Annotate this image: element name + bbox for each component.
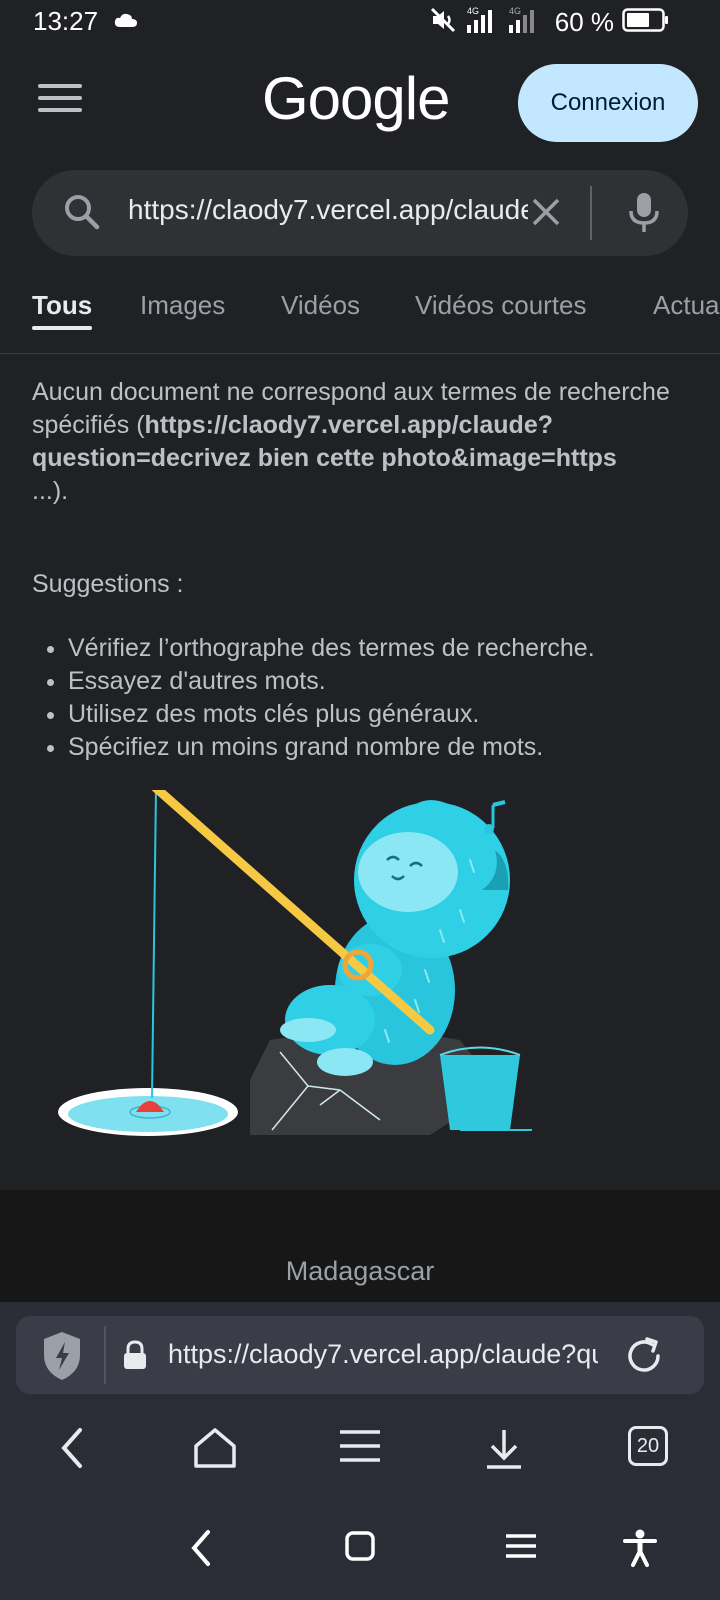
no-results-message: Aucun document ne correspond aux termes …: [32, 376, 692, 508]
shield-icon[interactable]: [40, 1330, 84, 1387]
menu-lines-icon[interactable]: [338, 1426, 382, 1471]
battery-text: 60 %: [554, 7, 614, 37]
status-indicators: 4G 4G 60 %: [429, 5, 670, 40]
microphone-icon[interactable]: [622, 190, 666, 241]
reload-icon[interactable]: [622, 1334, 666, 1383]
network-label-1: 4G: [467, 6, 479, 16]
google-logo[interactable]: Google: [262, 64, 450, 133]
search-bar[interactable]: https://claody7.vercel.app/claude?questi…: [32, 170, 688, 256]
search-input[interactable]: https://claody7.vercel.app/claude?questi…: [128, 194, 528, 226]
active-tab-indicator: [32, 326, 92, 330]
url-text[interactable]: https://claody7.vercel.app/claude?questi…: [168, 1339, 598, 1370]
accessibility-icon[interactable]: [622, 1528, 658, 1573]
fishing-yeti-illustration: [58, 790, 532, 1136]
suggestion-item: Vérifiez l’orthographe des termes de rec…: [68, 632, 595, 665]
suggestions-list: Vérifiez l’orthographe des termes de rec…: [68, 632, 595, 764]
signin-button[interactable]: Connexion: [518, 64, 698, 142]
menu-icon[interactable]: [38, 84, 82, 118]
footer-location: Madagascar: [285, 1256, 435, 1286]
suggestion-item: Essayez d'autres mots.: [68, 665, 595, 698]
home-icon[interactable]: [192, 1426, 238, 1475]
back-icon[interactable]: [56, 1426, 88, 1475]
signal-icon: 4G: [465, 5, 499, 40]
system-home-icon[interactable]: [344, 1528, 376, 1569]
browser-nav: 20: [0, 1404, 720, 1494]
search-tabs: Tous Images Vidéos Vidéos courtes Actual…: [0, 262, 720, 354]
signal-icon-2: 4G: [507, 5, 541, 40]
no-results-suffix: ...).: [32, 477, 69, 505]
download-icon[interactable]: [484, 1426, 524, 1475]
tab-news[interactable]: Actualités: [653, 290, 720, 321]
lock-icon[interactable]: [122, 1340, 148, 1375]
tab-all[interactable]: Tous: [32, 290, 92, 321]
suggestion-item: Utilisez des mots clés plus généraux.: [68, 698, 595, 731]
search-icon[interactable]: [60, 190, 104, 239]
status-time: 13:27: [33, 6, 99, 36]
header: Google Connexion: [0, 44, 720, 164]
status-bar: 13:27 4G 4G 60 %: [0, 0, 720, 44]
search-divider: [590, 186, 592, 240]
tab-images[interactable]: Images: [140, 290, 225, 321]
tab-count-button[interactable]: 20: [628, 1426, 668, 1466]
close-icon[interactable]: [524, 190, 568, 239]
system-back-icon[interactable]: [188, 1528, 214, 1573]
tab-videos[interactable]: Vidéos: [281, 290, 360, 321]
suggestions-title: Suggestions :: [32, 570, 184, 598]
suggestion-item: Spécifiez un moins grand nombre de mots.: [68, 731, 595, 764]
network-label-2: 4G: [509, 6, 521, 16]
tab-short-videos[interactable]: Vidéos courtes: [415, 290, 587, 321]
system-recents-icon[interactable]: [504, 1528, 538, 1569]
address-divider: [104, 1326, 106, 1384]
battery-icon: [622, 7, 670, 38]
address-bar[interactable]: https://claody7.vercel.app/claude?questi…: [16, 1316, 704, 1394]
mute-icon: [429, 6, 457, 39]
cloud-icon: [114, 12, 138, 33]
browser-toolbar: https://claody7.vercel.app/claude?questi…: [0, 1302, 720, 1600]
system-nav: [0, 1502, 720, 1600]
